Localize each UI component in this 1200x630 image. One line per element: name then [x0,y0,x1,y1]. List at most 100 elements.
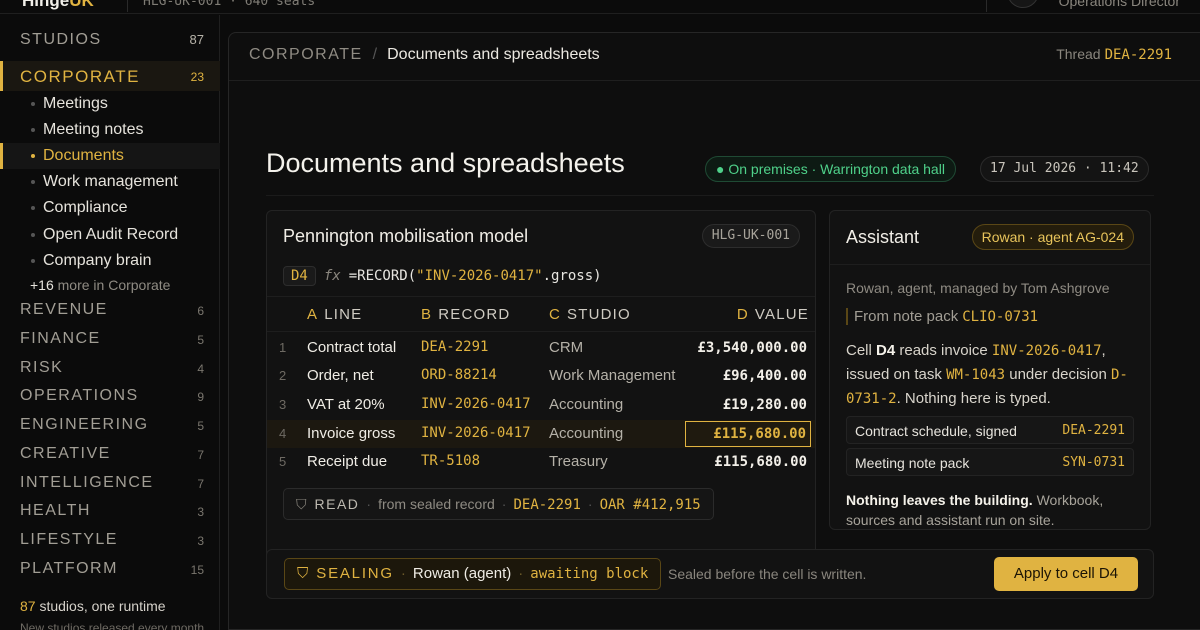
column-name: STUDIO [567,306,631,323]
column-header-c[interactable]: C STUDIO [549,306,631,323]
cell-studio[interactable]: Accounting [549,425,623,442]
separator: · [400,565,406,582]
apply-to-cell-button[interactable]: Apply to cell D4 [994,557,1138,591]
bullet-icon [31,154,35,158]
sidebar-category-studios[interactable]: STUDIOS 87 [0,27,220,53]
cell-value[interactable]: £115,680.00 [685,452,811,474]
read-label: READ [314,496,360,512]
brand-logo[interactable]: HingeUK [22,0,94,11]
sealing-agent: Rowan (agent) [412,565,512,582]
sidebar-category-risk[interactable]: RISK 4 [0,355,220,381]
cell-line[interactable]: VAT at 20% [307,396,385,413]
sidebar-item-meeting-notes[interactable]: Meeting notes [0,117,220,143]
cell-record[interactable]: TR-5108 [421,453,480,469]
sidebar-item-documents[interactable]: Documents [0,143,220,169]
cell-line[interactable]: Receipt due [307,453,387,470]
sidebar-item-open-audit-record[interactable]: Open Audit Record [0,222,220,248]
bullet-icon [31,259,35,263]
formula-bar[interactable]: D4 fx =RECORD("INV-2026-0417".gross) [283,266,602,286]
table-row[interactable]: 1 Contract total DEA-2291 CRM £3,540,000… [267,334,815,362]
cell-record[interactable]: INV-2026-0417 [421,425,531,441]
column-header-d[interactable]: D VALUE [737,306,809,323]
avatar[interactable] [1007,0,1039,8]
reference-code[interactable]: DEA-2291 [1062,423,1125,438]
main-panel: CORPORATE / Documents and spreadsheets Thr… [228,32,1200,630]
cell-studio[interactable]: Accounting [549,396,623,413]
message-text: under decision [1005,366,1111,383]
row-number: 2 [279,368,287,383]
reference-item[interactable]: Meeting note pack SYN-0731 [846,448,1134,476]
invoice-link[interactable]: INV-2026-0417 [992,343,1102,359]
bullet-icon [31,206,35,210]
reference-item[interactable]: Contract schedule, signed DEA-2291 [846,416,1134,444]
column-header-a[interactable]: A LINE [307,306,362,323]
sidebar-category-intelligence[interactable]: INTELLIGENCE 7 [0,470,220,496]
cell-line[interactable]: Contract total [307,339,396,356]
sidebar-category-operations[interactable]: OPERATIONS 9 [0,383,220,409]
sidebar-category-corporate[interactable]: CORPORATE 23 [0,61,220,91]
sidebar-item-meetings[interactable]: Meetings [0,91,220,117]
more-in-corporate-link[interactable]: +16 more in Corporate [30,277,170,293]
sidebar-item-label: Company brain [43,252,152,269]
cell-record[interactable]: INV-2026-0417 [421,396,531,412]
thread-reference[interactable]: Thread DEA-2291 [1056,46,1172,63]
table-row-selected[interactable]: 4 Invoice gross INV-2026-0417 Accounting… [267,420,815,448]
message-cell-ref: D4 [876,342,896,359]
table-row[interactable]: 3 VAT at 20% INV-2026-0417 Accounting £1… [267,391,815,419]
sidebar-item-company-brain[interactable]: Company brain [0,248,220,274]
column-letter: B [421,306,433,323]
breadcrumb-section[interactable]: CORPORATE [249,46,363,63]
cell-studio[interactable]: CRM [549,339,583,356]
category-name: STUDIOS [20,31,102,48]
formula-argument: "INV-2026-0417" [416,268,543,284]
cell-value-selected[interactable]: £115,680.00 [685,421,811,447]
category-name: REVENUE [20,301,108,318]
column-header-b[interactable]: B RECORD [421,306,510,323]
site-label: HLG-UK-001 · 640 seats [143,0,316,9]
studios-footnote: New studios released every month [20,621,205,630]
cell-studio[interactable]: Work Management [549,367,675,384]
cell-line[interactable]: Order, net [307,367,374,384]
task-link[interactable]: WM-1043 [946,367,1005,383]
divider [229,80,1200,81]
cell-value[interactable]: £3,540,000.00 [685,338,811,360]
read-oar-link[interactable]: OAR #412,915 [600,497,701,513]
sidebar-category-revenue[interactable]: REVENUE 6 [0,297,220,323]
formula-text: =RECORD( [348,268,417,284]
datetime-badge: 17 Jul 2026 · 11:42 [980,156,1149,182]
reference-code[interactable]: SYN-0731 [1062,455,1125,470]
agent-badge[interactable]: Rowan · agent AG-024 [971,224,1134,250]
column-name: RECORD [438,306,511,323]
cell-reference[interactable]: D4 [283,266,316,286]
sealing-label: SEALING [316,565,394,582]
table-row[interactable]: 5 Receipt due TR-5108 Treasury £115,680.… [267,448,815,476]
site-tag: HLG-UK-001 [701,224,800,248]
category-name: LIFESTYLE [20,531,118,548]
cell-record[interactable]: DEA-2291 [421,339,488,355]
cell-value[interactable]: £96,400.00 [685,366,811,388]
note-pack-link[interactable]: CLIO-0731 [962,309,1038,325]
sidebar-item-label: Meetings [43,95,108,112]
cell-value[interactable]: £19,280.00 [685,395,811,417]
sidebar-category-health[interactable]: HEALTH 3 [0,498,220,524]
separator: · [587,496,593,512]
sidebar: STUDIOS 87 CORPORATE 23 Meetings Meeting… [0,15,220,630]
sidebar-item-compliance[interactable]: Compliance [0,195,220,221]
cell-line[interactable]: Invoice gross [307,425,395,442]
bullet-icon [31,233,35,237]
sidebar-category-creative[interactable]: CREATIVE 7 [0,441,220,467]
cell-record[interactable]: ORD-88214 [421,367,497,383]
category-count: 23 [190,70,204,84]
sidebar-category-platform[interactable]: PLATFORM 15 [0,556,220,582]
sidebar-item-work-management[interactable]: Work management [0,169,220,195]
column-name: VALUE [754,306,809,323]
category-count: 6 [197,304,204,318]
thread-id[interactable]: DEA-2291 [1105,47,1172,63]
read-record-link[interactable]: DEA-2291 [513,497,580,513]
sidebar-category-lifestyle[interactable]: LIFESTYLE 3 [0,527,220,553]
sidebar-category-finance[interactable]: FINANCE 5 [0,326,220,352]
table-row[interactable]: 2 Order, net ORD-88214 Work Management £… [267,362,815,390]
category-count: 7 [197,448,204,462]
cell-studio[interactable]: Treasury [549,453,608,470]
sidebar-category-engineering[interactable]: ENGINEERING 5 [0,412,220,438]
